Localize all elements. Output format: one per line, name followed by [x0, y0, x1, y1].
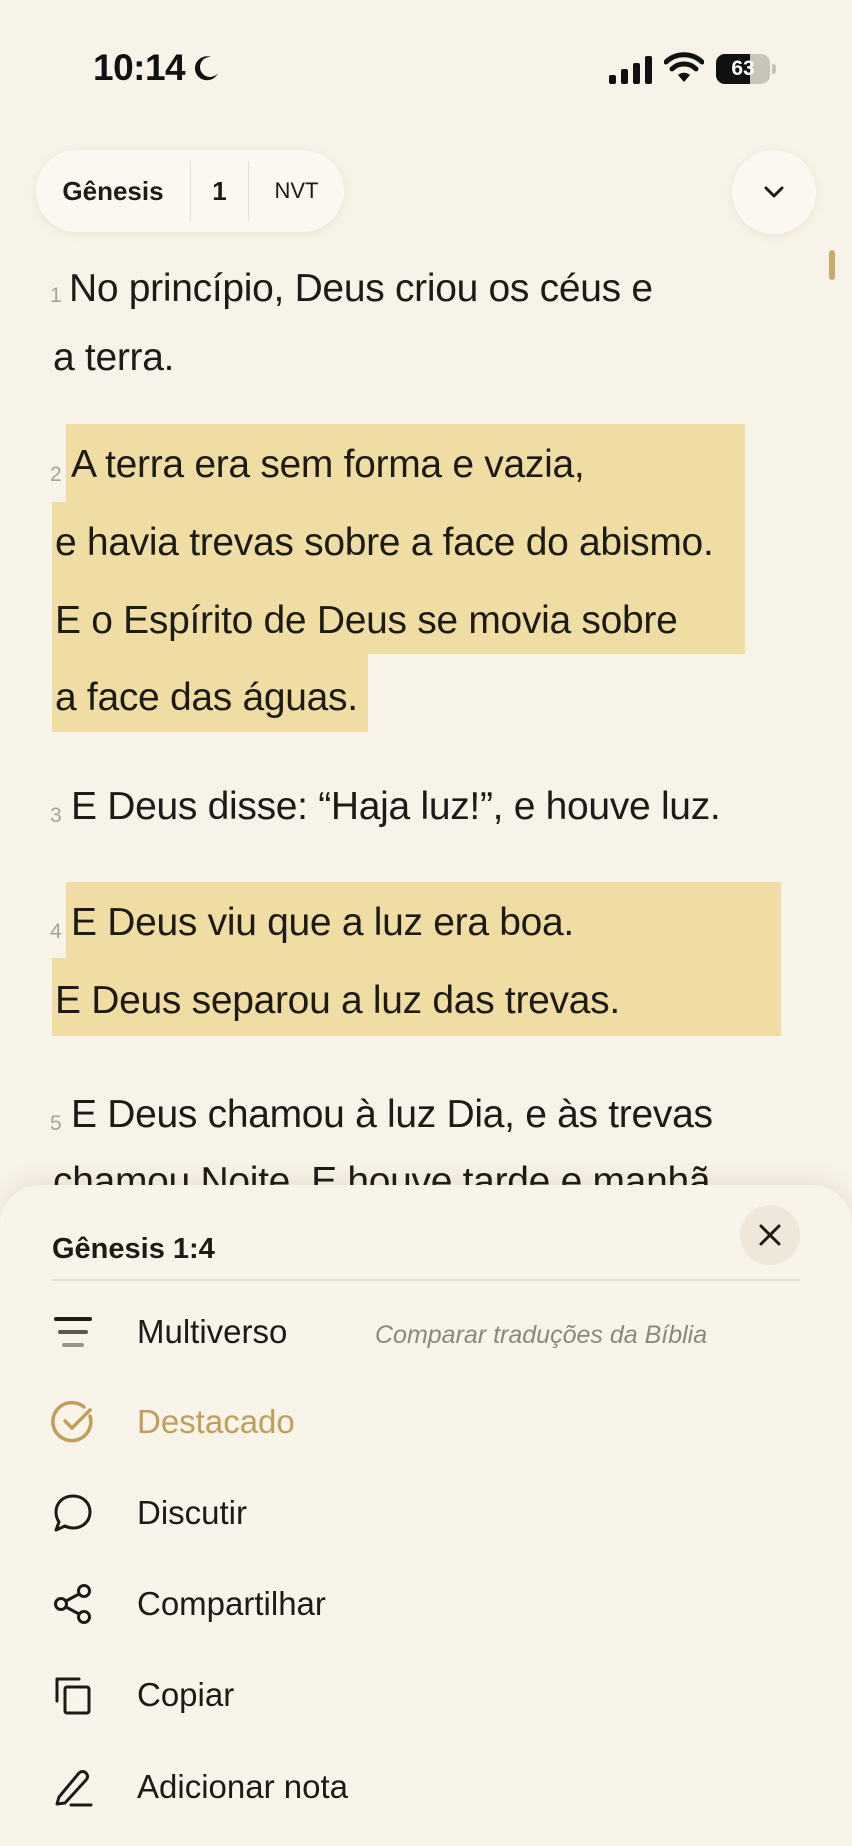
- pencil-icon: [50, 1764, 96, 1810]
- verse-line[interactable]: E Deus separou a luz das trevas.: [55, 979, 620, 1023]
- chapter-selector[interactable]: 1: [191, 176, 248, 207]
- reference-selector[interactable]: Gênesis 1 NVT: [36, 150, 344, 232]
- verse-line[interactable]: E Deus chamou à luz Dia, e às trevas: [71, 1093, 713, 1137]
- moon-icon: [194, 56, 218, 81]
- copy-button[interactable]: Copiar: [0, 1654, 852, 1734]
- verse-line[interactable]: E o Espírito de Deus se movia sobre: [55, 599, 678, 643]
- copy-icon: [50, 1672, 96, 1718]
- check-circle-icon: [50, 1399, 96, 1445]
- battery-icon: 63: [716, 54, 776, 84]
- add-note-button[interactable]: Adicionar nota: [0, 1746, 852, 1826]
- signal-bars-icon: [609, 56, 652, 84]
- sheet-title: Gênesis 1:4: [52, 1233, 215, 1265]
- verse-line[interactable]: E Deus disse: “Haja luz!”, e houve luz.: [71, 785, 721, 829]
- verse-actions-sheet: Gênesis 1:4 Multiverso Comparar traduçõe…: [0, 1185, 852, 1846]
- status-bar: 10:14 63: [0, 0, 852, 140]
- verse-number: 1: [50, 284, 62, 307]
- collapse-button[interactable]: [732, 150, 816, 234]
- verse-number: 2: [50, 463, 62, 486]
- verse-number: 4: [50, 920, 62, 943]
- multiverse-lines-icon: [50, 1309, 96, 1355]
- verse-line[interactable]: a face das águas.: [55, 676, 358, 720]
- discuss-button[interactable]: Discutir: [0, 1472, 852, 1552]
- share-button[interactable]: Compartilhar: [0, 1563, 852, 1643]
- chat-bubble-icon: [50, 1490, 96, 1536]
- verse-number: 3: [50, 804, 62, 827]
- verse-line[interactable]: a terra.: [53, 336, 174, 380]
- close-button[interactable]: [740, 1205, 800, 1265]
- action-label: Destacado: [137, 1403, 295, 1440]
- verse-line[interactable]: No princípio, Deus criou os céus e: [69, 267, 653, 311]
- action-label: Multiverso: [137, 1313, 288, 1350]
- book-selector[interactable]: Gênesis: [36, 176, 190, 207]
- highlight-button[interactable]: Destacado: [0, 1381, 852, 1461]
- wifi-icon: [664, 52, 704, 82]
- chevron-down-icon: [764, 186, 784, 198]
- action-label: Compartilhar: [137, 1585, 326, 1622]
- divider: [52, 1279, 800, 1281]
- multiverse-button[interactable]: Multiverso Comparar traduções da Bíblia: [0, 1291, 852, 1371]
- scroll-indicator[interactable]: [829, 250, 835, 280]
- verse-number: 5: [50, 1112, 62, 1135]
- action-label: Copiar: [137, 1676, 235, 1713]
- verse-line[interactable]: e havia trevas sobre a face do abismo.: [55, 521, 714, 565]
- action-label: Adicionar nota: [137, 1768, 348, 1805]
- bible-reader-screen: 10:14 63 Gênesis 1 NVT 1 No princípio, D…: [0, 0, 852, 1846]
- status-time: 10:14: [93, 47, 186, 88]
- share-icon: [50, 1581, 96, 1627]
- close-icon: [759, 1224, 781, 1246]
- battery-percentage: 63: [731, 57, 755, 80]
- action-hint: Comparar traduções da Bíblia: [375, 1321, 708, 1349]
- verse-line[interactable]: E Deus viu que a luz era boa.: [71, 901, 574, 945]
- verse-line[interactable]: A terra era sem forma e vazia,: [71, 443, 585, 487]
- version-selector[interactable]: NVT: [249, 178, 344, 204]
- action-label: Discutir: [137, 1494, 248, 1531]
